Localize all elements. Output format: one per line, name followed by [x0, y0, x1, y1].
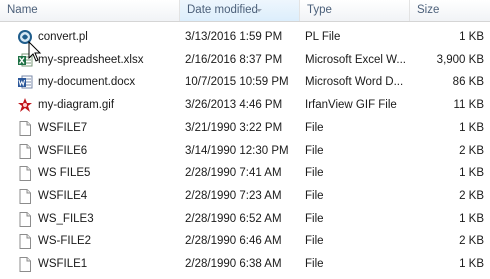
file-name: WSFILE7 — [38, 121, 88, 134]
file-name: WS-FILE2 — [38, 235, 92, 248]
file-name: my-diagram.gif — [38, 99, 115, 112]
file-row[interactable]: convert.pl 3/13/2016 1:59 PM PL File 1 KB — [0, 26, 490, 48]
file-date-modified: 3/14/1990 12:30 PM — [185, 144, 289, 157]
file-type: File — [305, 212, 324, 225]
file-row[interactable]: my-document.docx 10/7/2015 10:59 PM Micros… — [0, 71, 490, 93]
file-size: 1 KB — [459, 31, 484, 43]
file-row[interactable]: my-diagram.gif 3/26/2013 4:46 PM IrfanView… — [0, 94, 490, 116]
column-header-date-label: Date modified — [187, 4, 258, 16]
file-name: WS_FILE3 — [38, 212, 94, 225]
file-size: 1 KB — [459, 121, 484, 134]
file-row[interactable]: WS_FILE3 2/28/1990 6:52 AM File 1 KB — [0, 208, 490, 230]
file-type: Microsoft Word D... — [305, 76, 404, 89]
blank-file-icon — [17, 211, 33, 227]
file-type: File — [305, 144, 324, 157]
column-header-type[interactable]: Type — [300, 0, 410, 21]
file-name: WSFILE6 — [38, 144, 88, 157]
file-date-modified: 3/26/2013 4:46 PM — [185, 99, 283, 112]
column-header: Name Date modified Type Size — [0, 0, 490, 22]
sort-descending-icon — [256, 9, 262, 12]
blank-file-icon — [17, 188, 33, 204]
file-size: 86 KB — [452, 76, 484, 89]
file-date-modified: 2/28/1990 6:52 AM — [185, 212, 282, 225]
file-size: 11 KB — [453, 99, 484, 112]
file-size: 1 KB — [459, 212, 484, 225]
file-date-modified: 2/16/2016 8:37 PM — [185, 53, 283, 66]
file-type: File — [305, 167, 324, 180]
column-header-name-label: Name — [7, 4, 38, 16]
file-size: 3,900 KB — [436, 53, 484, 66]
file-date-modified: 3/21/1990 3:22 PM — [185, 121, 283, 134]
file-row[interactable]: WSFILE4 2/28/1990 7:23 AM File 2 KB — [0, 185, 490, 207]
word-file-icon — [17, 74, 33, 90]
file-row[interactable]: WS FILE5 2/28/1990 7:41 AM File 1 KB — [0, 162, 490, 184]
column-header-size[interactable]: Size — [410, 0, 490, 21]
column-header-type-label: Type — [307, 4, 332, 16]
column-header-date-modified[interactable]: Date modified — [180, 0, 300, 21]
blank-file-icon — [17, 165, 33, 182]
file-date-modified: 3/13/2016 1:59 PM — [185, 31, 283, 43]
irfanview-file-icon — [17, 97, 33, 113]
file-name: convert.pl — [38, 31, 88, 43]
file-row[interactable]: WSFILE7 3/21/1990 3:22 PM File 1 KB — [0, 117, 490, 139]
file-size: 1 KB — [459, 258, 484, 270]
file-row[interactable]: WS-FILE2 2/28/1990 6:46 AM File 2 KB — [0, 230, 490, 252]
file-date-modified: 2/28/1990 6:38 AM — [185, 258, 282, 270]
file-date-modified: 2/28/1990 6:46 AM — [185, 235, 282, 248]
blank-file-icon — [17, 233, 33, 250]
file-name: WSFILE4 — [38, 189, 88, 202]
file-name: WSFILE1 — [38, 258, 88, 270]
file-type: File — [305, 189, 324, 202]
file-date-modified: 10/7/2015 10:59 PM — [185, 76, 289, 89]
mouse-cursor-icon — [28, 41, 42, 62]
column-header-size-label: Size — [417, 4, 440, 16]
file-type: File — [305, 121, 324, 134]
file-type: Microsoft Excel W... — [305, 53, 406, 66]
blank-file-icon — [17, 143, 33, 159]
file-type: IrfanView GIF File — [305, 99, 397, 112]
file-name: WS FILE5 — [38, 167, 91, 180]
file-size: 2 KB — [459, 235, 484, 248]
file-row[interactable]: WSFILE6 3/14/1990 12:30 PM File 2 KB — [0, 140, 490, 162]
file-type: File — [305, 235, 324, 248]
file-type: File — [305, 258, 324, 270]
file-date-modified: 2/28/1990 7:23 AM — [185, 189, 282, 202]
file-row[interactable]: my-spreadsheet.xlsx 2/16/2016 8:37 PM Micr… — [0, 49, 490, 71]
file-size: 2 KB — [459, 144, 484, 157]
file-name: my-document.docx — [38, 76, 136, 89]
file-name: my-spreadsheet.xlsx — [38, 53, 144, 66]
column-header-name[interactable]: Name — [0, 0, 180, 21]
file-type: PL File — [305, 31, 341, 43]
file-date-modified: 2/28/1990 7:41 AM — [185, 167, 282, 180]
file-row[interactable]: WSFILE1 2/28/1990 6:38 AM File 1 KB — [0, 253, 490, 275]
file-size: 2 KB — [459, 189, 484, 202]
file-size: 1 KB — [459, 167, 484, 180]
blank-file-icon — [17, 256, 33, 272]
blank-file-icon — [17, 120, 33, 136]
